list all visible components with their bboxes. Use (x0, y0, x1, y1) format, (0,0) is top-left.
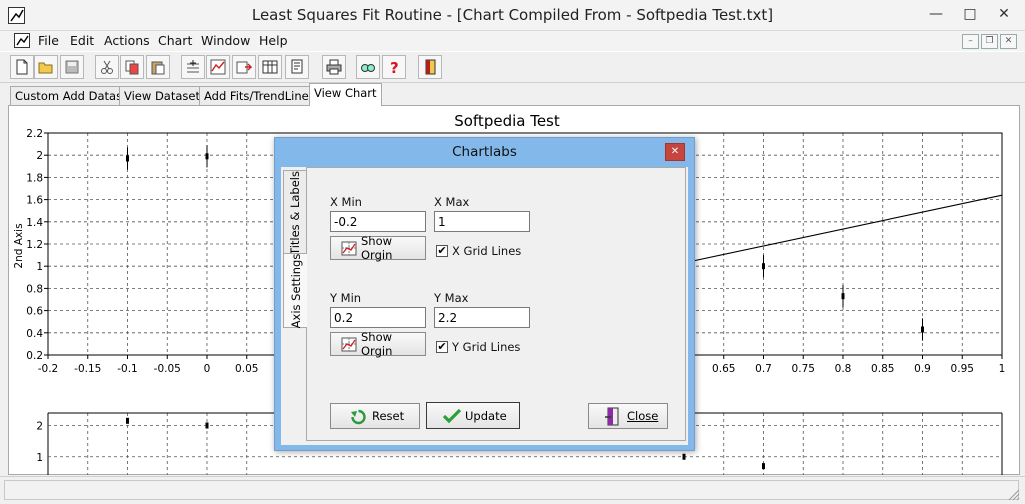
y-grid-check-mark: ✔ (437, 340, 447, 353)
x-grid-checkbox[interactable]: ✔ (436, 245, 448, 257)
status-field (4, 480, 1019, 500)
x-tick-label: -0.15 (74, 363, 101, 375)
dialog-close-button[interactable]: ✕ (665, 143, 685, 161)
y-max-field[interactable] (434, 307, 530, 328)
y-tick-label: 0.8 (26, 283, 43, 295)
y-tick-label: 1.8 (26, 172, 43, 184)
y-tick-label: 2 (36, 150, 43, 162)
lower-y-tick-label: 2 (36, 421, 43, 433)
close-label: Close (627, 409, 659, 423)
x-tick-label: -0.1 (117, 363, 138, 375)
lower-data-point (126, 417, 129, 424)
resize-grip-icon[interactable] (1006, 487, 1020, 501)
x-tick-label: 0.9 (914, 363, 931, 375)
y-tick-label: 1.2 (26, 239, 43, 251)
y-min-label: Y Min (330, 291, 362, 305)
data-point (921, 326, 924, 333)
tab-view-chart[interactable]: View Chart (309, 83, 382, 106)
y-show-origin-label: Show Orgin (361, 330, 393, 358)
x-grid-label: X Grid Lines (452, 244, 522, 258)
x-tick-label: 0.95 (951, 363, 974, 375)
data-point (126, 155, 129, 162)
x-show-origin-button[interactable]: Show Orgin (330, 234, 426, 262)
chart-origin-icon (341, 241, 357, 256)
reset-button[interactable]: Reset (330, 403, 420, 429)
lower-data-point (762, 463, 765, 470)
y-max-label: Y Max (434, 291, 469, 305)
chart-origin-icon (341, 337, 357, 352)
y-tick-label: 1.4 (26, 217, 43, 229)
y-tick-label: 0.4 (26, 328, 43, 340)
x-min-field[interactable] (330, 211, 426, 232)
close-dialog-button[interactable]: Close (588, 403, 668, 429)
x-show-origin-label: Show Orgin (361, 234, 393, 262)
dialog-title: Chartlabs (452, 144, 517, 160)
y-grid-checkbox[interactable]: ✔ (436, 341, 448, 353)
x-tick-label: 1 (999, 363, 1006, 375)
y-axis-label: 2nd Axis (13, 223, 25, 268)
chart-title: Softpedia Test (454, 112, 560, 130)
x-tick-label: -0.05 (154, 363, 181, 375)
checkmark-icon (442, 408, 462, 424)
lower-data-point (682, 453, 686, 460)
y-tick-label: 2.2 (26, 128, 43, 140)
y-tick-label: 0.2 (26, 350, 43, 362)
tab-axis-settings-label: Axis Settings (288, 253, 303, 328)
x-max-field[interactable] (434, 211, 530, 232)
x-min-label: X Min (330, 195, 362, 209)
tab-titles-labels[interactable]: Titles & Labels (283, 170, 307, 255)
x-tick-label: 0 (204, 363, 211, 375)
x-tick-label: 0.65 (712, 363, 735, 375)
tab-titles-labels-label: Titles & Labels (288, 170, 302, 255)
x-tick-label: 0.8 (835, 363, 852, 375)
data-point (762, 263, 765, 270)
lower-y-tick-label: 1 (36, 452, 43, 464)
y-tick-label: 0.6 (26, 306, 43, 318)
x-tick-label: 0.75 (792, 363, 815, 375)
y-show-origin-button[interactable]: Show Orgin (330, 330, 426, 358)
refresh-icon (351, 409, 366, 425)
data-point (205, 153, 209, 160)
data-point (841, 293, 845, 300)
update-label: Update (465, 408, 507, 423)
reset-label: Reset (372, 409, 405, 423)
update-button[interactable]: Update (426, 402, 520, 429)
x-tick-label: 0.85 (871, 363, 894, 375)
x-tick-label: -0.2 (38, 363, 59, 375)
exit-door-icon (605, 407, 619, 426)
x-tick-label: 0.7 (755, 363, 772, 375)
x-max-label: X Max (434, 195, 470, 209)
y-tick-label: 1.6 (26, 195, 43, 207)
y-grid-label: Y Grid Lines (452, 340, 521, 354)
x-grid-check-mark: ✔ (437, 244, 447, 257)
lower-data-point (205, 422, 209, 429)
x-tick-label: 0.05 (235, 363, 258, 375)
y-min-field[interactable] (330, 307, 426, 328)
axis-settings-page (306, 167, 686, 441)
y-tick-label: 1 (36, 261, 43, 273)
tab-axis-settings[interactable]: Axis Settings (283, 253, 307, 328)
